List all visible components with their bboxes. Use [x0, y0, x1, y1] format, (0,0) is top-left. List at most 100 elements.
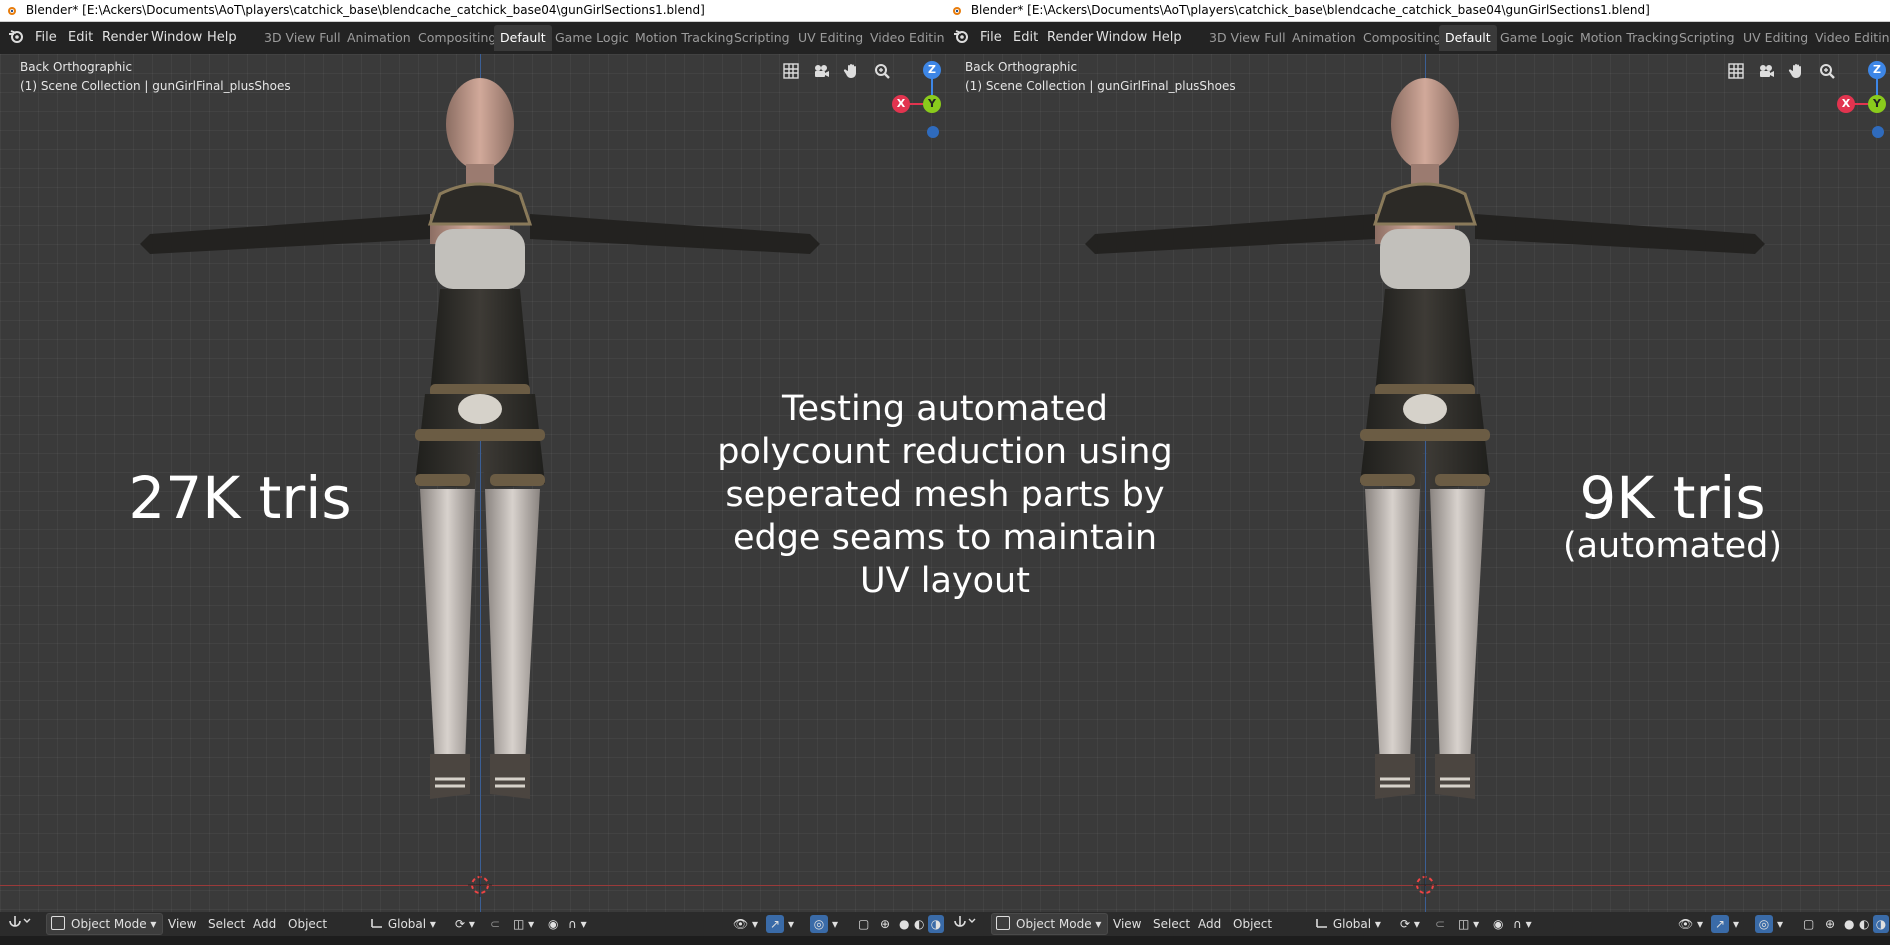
rendered-shading-icon[interactable]: ◑	[928, 915, 944, 933]
overlay-dropdown-icon[interactable]: ▾	[1777, 912, 1783, 936]
material-shading-icon[interactable]: ◐	[1859, 912, 1869, 936]
material-shading-icon[interactable]: ◐	[914, 912, 924, 936]
tab-animation[interactable]: Animation	[341, 25, 417, 51]
snap-target-icon[interactable]: ◫ ▾	[513, 912, 534, 936]
visibility-icon[interactable]: 👁 ▾	[733, 912, 758, 936]
tab-video-editing[interactable]: Video Editing	[1809, 25, 1890, 51]
snap-target-icon[interactable]: ◫ ▾	[1458, 912, 1479, 936]
gizmo-neg-z-dot[interactable]	[1872, 126, 1884, 138]
gizmo-x-axis[interactable]: X	[892, 95, 910, 113]
3d-cursor-icon[interactable]	[1413, 873, 1437, 901]
snap-icon[interactable]: ⊂	[1435, 912, 1445, 936]
xray-toggle-icon[interactable]: ▢	[1803, 912, 1814, 936]
menu-edit[interactable]: Edit	[68, 22, 93, 54]
gizmo-dropdown-icon[interactable]: ▾	[1733, 912, 1739, 936]
falloff-icon[interactable]: ∩ ▾	[1513, 912, 1532, 936]
menu-view[interactable]: View	[1113, 912, 1141, 936]
viewport-header: Object Mode ▾ View Select Add Object Glo…	[0, 912, 945, 936]
menu-render[interactable]: Render	[1047, 22, 1093, 54]
rendered-shading-icon[interactable]: ◑	[1873, 915, 1889, 933]
gizmo-toggle-icon[interactable]: ↗	[766, 915, 784, 933]
transform-orientation-dropdown[interactable]: Global ▾	[370, 912, 436, 936]
gizmo-z-axis[interactable]: Z	[1868, 61, 1886, 79]
menu-add[interactable]: Add	[1198, 912, 1221, 936]
overlay-toggle-icon[interactable]: ◎	[1755, 915, 1773, 933]
tab-scripting[interactable]: Scripting	[1673, 25, 1741, 51]
tab-motion-tracking[interactable]: Motion Tracking	[1574, 25, 1684, 51]
tab-compositing[interactable]: Compositing	[412, 25, 502, 51]
caption-line: seperated mesh parts by	[725, 475, 1165, 515]
editor-type-icon[interactable]	[8, 912, 32, 936]
center-caption: Testing automated polycount reduction us…	[700, 388, 1190, 603]
tab-motion-tracking[interactable]: Motion Tracking	[629, 25, 739, 51]
menu-help[interactable]: Help	[1152, 22, 1182, 54]
solid-shading-icon[interactable]: ●	[1844, 912, 1854, 936]
pan-hand-icon[interactable]	[1784, 62, 1810, 88]
blender-menu-icon[interactable]	[8, 22, 24, 54]
tab-default[interactable]: Default	[1439, 25, 1497, 51]
gizmo-x-axis[interactable]: X	[1837, 95, 1855, 113]
tab-uv-editing[interactable]: UV Editing	[1737, 25, 1814, 51]
pivot-icon[interactable]: ⟳ ▾	[455, 912, 475, 936]
wireframe-shading-icon[interactable]: ⊕	[880, 912, 890, 936]
left-tris-label: 27K tris	[128, 464, 352, 532]
menu-help[interactable]: Help	[207, 22, 237, 54]
tab-game-logic[interactable]: Game Logic	[549, 25, 635, 51]
overlay-dropdown-icon[interactable]: ▾	[832, 912, 838, 936]
window-titlebar: Blender* [E:\Ackers\Documents\AoT\player…	[945, 0, 1890, 22]
pivot-icon[interactable]: ⟳ ▾	[1400, 912, 1420, 936]
tab-3d-view-full[interactable]: 3D View Full	[258, 25, 347, 51]
tab-default[interactable]: Default	[494, 25, 552, 51]
tab-uv-editing[interactable]: UV Editing	[792, 25, 869, 51]
snap-icon[interactable]: ⊂	[490, 912, 500, 936]
menu-window[interactable]: Window	[1096, 22, 1147, 54]
menu-view[interactable]: View	[168, 912, 196, 936]
tab-scripting[interactable]: Scripting	[728, 25, 796, 51]
menu-object[interactable]: Object	[1233, 912, 1272, 936]
proportional-edit-icon[interactable]: ◉	[548, 912, 558, 936]
window-titlebar: Blender* [E:\Ackers\Documents\AoT\player…	[0, 0, 945, 22]
wireframe-shading-icon[interactable]: ⊕	[1825, 912, 1835, 936]
gizmo-z-axis[interactable]: Z	[923, 61, 941, 79]
view-name: Back Orthographic	[965, 60, 1078, 74]
tab-game-logic[interactable]: Game Logic	[1494, 25, 1580, 51]
orientation-label: Global	[387, 917, 427, 931]
tab-video-editing[interactable]: Video Editing	[864, 25, 945, 51]
gizmo-toggle-icon[interactable]: ↗	[1711, 915, 1729, 933]
menu-file[interactable]: File	[35, 22, 57, 54]
solid-shading-icon[interactable]: ●	[899, 912, 909, 936]
3d-cursor-icon[interactable]	[468, 873, 492, 901]
overlay-toggle-icon[interactable]: ◎	[810, 915, 828, 933]
gizmo-y-axis[interactable]: Y	[1868, 95, 1886, 113]
tab-compositing[interactable]: Compositing	[1357, 25, 1447, 51]
top-menubar: File Edit Render Window Help 3D View Ful…	[0, 22, 945, 54]
orientation-icon	[371, 919, 382, 928]
blender-menu-icon[interactable]	[953, 22, 969, 54]
window-title: Blender* [E:\Ackers\Documents\AoT\player…	[970, 3, 1650, 17]
object-mode-dropdown[interactable]: Object Mode ▾	[991, 913, 1108, 935]
menu-window[interactable]: Window	[151, 22, 202, 54]
falloff-icon[interactable]: ∩ ▾	[568, 912, 587, 936]
gizmo-dropdown-icon[interactable]: ▾	[788, 912, 794, 936]
caption-line: Testing automated	[782, 389, 1108, 429]
menu-file[interactable]: File	[980, 22, 1002, 54]
transform-orientation-dropdown[interactable]: Global ▾	[1315, 912, 1381, 936]
menu-edit[interactable]: Edit	[1013, 22, 1038, 54]
pan-hand-icon[interactable]	[839, 62, 865, 88]
menu-render[interactable]: Render	[102, 22, 148, 54]
tab-3d-view-full[interactable]: 3D View Full	[1203, 25, 1292, 51]
gizmo-neg-z-dot[interactable]	[927, 126, 939, 138]
menu-object[interactable]: Object	[288, 912, 327, 936]
proportional-edit-icon[interactable]: ◉	[1493, 912, 1503, 936]
menu-add[interactable]: Add	[253, 912, 276, 936]
menu-select[interactable]: Select	[208, 912, 245, 936]
tab-animation[interactable]: Animation	[1286, 25, 1362, 51]
menu-select[interactable]: Select	[1153, 912, 1190, 936]
object-mode-dropdown[interactable]: Object Mode ▾	[46, 913, 163, 935]
editor-type-icon[interactable]	[953, 912, 977, 936]
xray-toggle-icon[interactable]: ▢	[858, 912, 869, 936]
gizmo-y-axis[interactable]: Y	[923, 95, 941, 113]
object-cube-icon	[51, 916, 65, 930]
right-tris-sublabel: (automated)	[1562, 526, 1783, 566]
visibility-icon[interactable]: 👁 ▾	[1678, 912, 1703, 936]
